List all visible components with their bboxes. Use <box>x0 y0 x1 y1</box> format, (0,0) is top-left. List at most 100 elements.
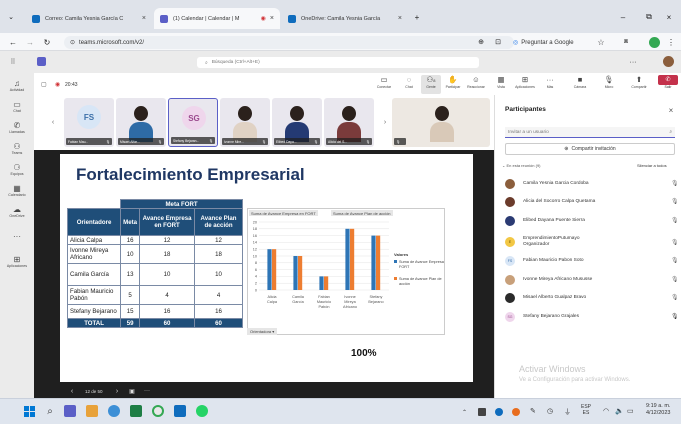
restore-icon[interactable]: ⧉ <box>643 12 655 22</box>
wifi-icon[interactable]: ◠ <box>603 407 609 415</box>
browser-tab-calendar[interactable]: (1) Calendar | Calendar | M ◉ × <box>154 8 280 29</box>
browser-tab-mail[interactable]: Correo: Camila Yesnia García C × <box>26 8 152 29</box>
tray-onedrive-icon[interactable] <box>495 408 503 416</box>
participant-name: Ivonne Mireya Africano Mususse <box>523 277 593 282</box>
whatsapp-icon[interactable] <box>196 405 208 417</box>
close-icon[interactable]: × <box>270 15 274 22</box>
rail-calendar[interactable]: ▦ Calendario <box>0 184 34 197</box>
rail-apps[interactable]: ⊞ Aplicaciones <box>0 255 34 268</box>
minimize-icon[interactable]: – <box>617 12 629 22</box>
section-header[interactable]: ⌄ En esta reunión (9) <box>502 163 541 168</box>
prev-slide-icon[interactable]: ‹ <box>68 387 76 395</box>
participant-row[interactable]: E EmprendimientoPutumayo Organizador 🎙 <box>505 233 681 251</box>
leave-button[interactable]: ✆ Salir <box>658 75 678 89</box>
input-language[interactable]: ESP ES <box>581 404 591 416</box>
rail-activity[interactable]: ♫ Actividad <box>0 79 34 92</box>
teams-taskbar-icon[interactable] <box>64 405 76 417</box>
clock[interactable]: 9:19 a. m. 4/12/2023 <box>646 403 670 417</box>
rail-more[interactable]: ··· <box>0 232 34 241</box>
video-tile[interactable]: Ivonne Mire... 🎙 <box>220 98 270 147</box>
participant-row[interactable]: SG Stefany Bejarano Grajales 🎙 <box>505 309 681 324</box>
excel-icon[interactable] <box>130 405 142 417</box>
x-tick-label: Pabón <box>319 305 330 309</box>
outlook-taskbar-icon[interactable] <box>174 405 186 417</box>
share-button[interactable]: ⬆ Compartir <box>629 75 649 89</box>
share-invitation-button[interactable]: ⊕ Compartir invitación <box>505 143 675 155</box>
participant-row[interactable]: Camila Yesnia Garcia Cordoba 🎙 <box>505 176 681 191</box>
more-options-icon[interactable]: ··· <box>628 57 638 67</box>
invite-input[interactable]: Invitar a un usuario ⌕ <box>505 127 675 138</box>
self-view-tile[interactable]: 🎙 <box>392 98 490 147</box>
user-avatar[interactable] <box>663 56 674 67</box>
rail-calls[interactable]: ✆ Llamadas <box>0 121 34 134</box>
video-tile[interactable]: FS Fabian Mau... 🎙 <box>64 98 114 147</box>
more-button[interactable]: ··· Más <box>540 75 560 89</box>
forward-icon[interactable]: → <box>25 37 35 47</box>
ask-google-button[interactable]: ◎ Preguntar a Google <box>508 36 586 49</box>
participant-row[interactable]: Ivonne Mireya Africano Mususse 🎙 <box>505 272 681 287</box>
gallery-prev-icon[interactable]: ‹ <box>49 118 57 126</box>
rail-equipos[interactable]: ⚆ Equipos <box>0 163 34 176</box>
raise-hand-button[interactable]: ✋ Participar <box>443 75 463 89</box>
more-icon[interactable]: ··· <box>143 387 151 395</box>
tray-chevron-icon[interactable]: ⌃ <box>462 409 467 416</box>
cast-icon[interactable]: ⊡ <box>493 37 503 47</box>
tray-security-icon[interactable] <box>512 408 520 416</box>
react-button[interactable]: ☺ Reaccionar <box>466 75 486 89</box>
zoom-icon[interactable]: ⊕ <box>476 37 486 47</box>
extensions-icon[interactable]: ⧈ <box>621 37 631 47</box>
new-tab-icon[interactable]: + <box>412 12 422 22</box>
gallery-next-icon[interactable]: › <box>381 118 389 126</box>
participant-row[interactable]: Misael Alberto Gualpaz Bravo 🎙 <box>505 290 681 305</box>
next-slide-icon[interactable]: › <box>113 387 121 395</box>
mic-button[interactable]: 🎙 Micro <box>599 75 619 89</box>
close-icon[interactable]: × <box>142 15 146 22</box>
video-tile[interactable]: Misael Alfar... 🎙 <box>116 98 166 147</box>
meeting-details-icon[interactable]: ▢ <box>41 81 47 88</box>
camera-button[interactable]: ■ Cámara <box>570 75 590 89</box>
battery-icon[interactable]: ▭ <box>627 407 634 415</box>
chrome-icon[interactable] <box>152 405 164 417</box>
file-explorer-icon[interactable] <box>86 405 98 417</box>
tray-usb-icon[interactable]: ⏚ <box>564 407 571 417</box>
taskbar-search-icon[interactable]: ⌕ <box>44 405 56 417</box>
profile-avatar[interactable] <box>649 37 660 48</box>
chat-button[interactable]: ◌ Chat <box>399 75 419 89</box>
people-button[interactable]: ⚇8 Gente <box>421 75 441 94</box>
tray-app-icon[interactable] <box>478 408 486 416</box>
mute-all-button[interactable]: Silenciar a todos <box>637 163 667 168</box>
video-tile[interactable]: Elibed Daya... 🎙 <box>272 98 322 147</box>
apps-button[interactable]: ⊞ Aplicaciones <box>515 75 535 89</box>
participant-row[interactable]: Alicia del Socorro Calpa Quetama 🎙 <box>505 194 681 209</box>
rail-onedrive[interactable]: ☁ OneDrive <box>0 205 34 218</box>
connect-button[interactable]: ▭ Conectar <box>374 75 394 89</box>
back-icon[interactable]: ← <box>8 37 18 47</box>
windows-start-icon[interactable] <box>24 406 35 417</box>
slides-grid-icon[interactable]: ▣ <box>128 387 136 395</box>
app-launcher-icon[interactable]: ⠿ <box>8 57 18 67</box>
rail-chat[interactable]: ▭ Chat <box>0 100 34 113</box>
participant-row[interactable]: FS Fabian Mauricio Pabon Soto 🎙 <box>505 253 681 268</box>
tab-menu-icon[interactable]: ⌄ <box>6 12 16 22</box>
rail-teams[interactable]: ⚇ Teams <box>0 142 34 155</box>
url-field[interactable]: ⊙ teams.microsoft.com/v2/ <box>64 36 514 49</box>
browser-tab-onedrive[interactable]: OneDrive: Camila Yesnia García × <box>282 8 408 29</box>
participant-row[interactable]: Elibed Dayana Puente Sierra 🎙 <box>505 213 681 228</box>
bar <box>350 228 355 290</box>
video-tile[interactable]: Alicia del S... 🎙 <box>324 98 374 147</box>
tray-clock-icon[interactable]: ◷ <box>547 407 553 415</box>
close-icon[interactable]: × <box>398 15 402 22</box>
edge-icon[interactable] <box>108 405 120 417</box>
filter-dropdown-icon: ▾ <box>272 329 275 334</box>
video-tile-active[interactable]: SG Stefany Bejaran... 🎙 <box>168 98 218 147</box>
view-button[interactable]: ▦ Vista <box>491 75 511 89</box>
browser-menu-icon[interactable]: ⋮ <box>666 37 676 47</box>
volume-icon[interactable]: 🔈 <box>615 407 624 415</box>
tray-pen-icon[interactable]: ✎ <box>530 407 536 415</box>
bookmark-star-icon[interactable]: ☆ <box>596 37 606 47</box>
search-input[interactable]: ⌕ Búsqueda (Ctrl+Alt+E) <box>197 57 479 68</box>
chart-filter-button[interactable]: Orientadora ▾ <box>247 328 278 335</box>
reload-icon[interactable]: ↻ <box>42 37 52 47</box>
window-close-icon[interactable]: × <box>663 12 675 22</box>
close-panel-icon[interactable]: × <box>666 105 676 115</box>
